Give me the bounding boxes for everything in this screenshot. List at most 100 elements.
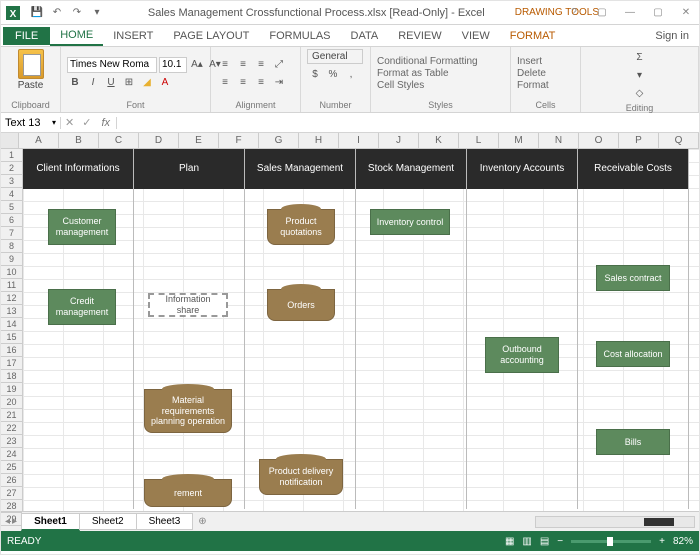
percent-icon[interactable]: % (325, 66, 341, 82)
clear-icon[interactable]: ◇ (632, 85, 648, 101)
col-header[interactable]: G (259, 133, 299, 148)
col-header[interactable]: L (459, 133, 499, 148)
node-sales-contract[interactable]: Sales contract (596, 265, 670, 291)
ribbon-options-icon[interactable]: ▢ (589, 3, 615, 23)
col-header[interactable]: M (499, 133, 539, 148)
align-left-icon[interactable]: ≡ (217, 75, 233, 91)
zoom-in-icon[interactable]: + (659, 536, 665, 547)
sheet-prev-icon[interactable]: ◂ (5, 516, 10, 527)
minimize-icon[interactable]: — (617, 3, 643, 23)
cell-styles-button[interactable]: Cell Styles (377, 80, 478, 91)
col-header[interactable]: Q (659, 133, 699, 148)
row-header[interactable]: 24 (1, 448, 22, 461)
select-all-button[interactable] (1, 133, 19, 148)
save-icon[interactable]: 💾 (29, 5, 45, 21)
col-header[interactable]: J (379, 133, 419, 148)
sheet-tab[interactable]: Sheet3 (136, 513, 194, 530)
row-header[interactable]: 10 (1, 266, 22, 279)
paste-icon[interactable] (18, 49, 44, 79)
tab-file[interactable]: FILE (3, 27, 50, 45)
enter-icon[interactable]: ✓ (78, 116, 95, 129)
row-header[interactable]: 13 (1, 305, 22, 318)
node-orders[interactable]: Orders (267, 289, 335, 321)
row-header[interactable]: 20 (1, 396, 22, 409)
col-header[interactable]: N (539, 133, 579, 148)
row-header[interactable]: 8 (1, 240, 22, 253)
row-header[interactable]: 14 (1, 318, 22, 331)
align-center-icon[interactable]: ≡ (235, 75, 251, 91)
row-header[interactable]: 23 (1, 435, 22, 448)
node-info-share[interactable]: Information share (148, 293, 228, 317)
grow-font-icon[interactable]: A▴ (189, 57, 205, 73)
row-header[interactable]: 3 (1, 175, 22, 188)
swimlane-header[interactable]: Sales Management (245, 149, 355, 189)
row-header[interactable]: 16 (1, 344, 22, 357)
node-product-delivery[interactable]: Product delivery notification (259, 459, 343, 495)
tab-review[interactable]: REVIEW (388, 27, 451, 45)
row-header[interactable]: 9 (1, 253, 22, 266)
sign-in-link[interactable]: Sign in (647, 30, 697, 42)
view-page-icon[interactable]: ▥ (522, 536, 531, 547)
col-header[interactable]: D (139, 133, 179, 148)
view-normal-icon[interactable]: ▦ (505, 536, 514, 547)
swimlane-header[interactable]: Stock Management (356, 149, 466, 189)
node-product-quotations[interactable]: Product quotations (267, 209, 335, 245)
col-header[interactable]: C (99, 133, 139, 148)
chevron-down-icon[interactable]: ▾ (52, 118, 56, 127)
row-header[interactable]: 7 (1, 227, 22, 240)
row-header[interactable]: 26 (1, 474, 22, 487)
tab-view[interactable]: VIEW (452, 27, 500, 45)
view-break-icon[interactable]: ▤ (540, 536, 549, 547)
cancel-icon[interactable]: ✕ (61, 116, 78, 129)
comma-icon[interactable]: , (343, 66, 359, 82)
col-header[interactable]: I (339, 133, 379, 148)
node-customer-mgmt[interactable]: Customer management (48, 209, 116, 245)
format-button[interactable]: Format (517, 80, 549, 91)
format-as-table-button[interactable]: Format as Table (377, 68, 478, 79)
node-bills[interactable]: Bills (596, 429, 670, 455)
underline-button[interactable]: U (103, 75, 119, 91)
paste-button[interactable]: Paste (18, 80, 44, 91)
node-outbound-accounting[interactable]: Outbound accounting (485, 337, 559, 373)
help-icon[interactable]: ? (561, 3, 587, 23)
row-header[interactable]: 22 (1, 422, 22, 435)
fill-icon[interactable]: ▾ (632, 67, 648, 83)
node-cost-allocation[interactable]: Cost allocation (596, 341, 670, 367)
col-header[interactable]: P (619, 133, 659, 148)
row-header[interactable]: 28 (1, 500, 22, 513)
sheet-tab[interactable]: Sheet1 (21, 513, 80, 531)
orientation-icon[interactable]: ⤢ (271, 57, 287, 73)
tab-data[interactable]: DATA (341, 27, 389, 45)
tab-home[interactable]: HOME (50, 26, 103, 46)
horizontal-scrollbar[interactable] (535, 516, 695, 528)
align-middle-icon[interactable]: ≡ (235, 57, 251, 73)
sheet-tab[interactable]: Sheet2 (79, 513, 137, 530)
bold-button[interactable]: B (67, 75, 83, 91)
col-header[interactable]: A (19, 133, 59, 148)
row-header[interactable]: 19 (1, 383, 22, 396)
col-header[interactable]: F (219, 133, 259, 148)
col-header[interactable]: H (299, 133, 339, 148)
autosum-icon[interactable]: Σ (632, 49, 648, 65)
row-header[interactable]: 15 (1, 331, 22, 344)
swimlane-header[interactable]: Receivable Costs (578, 149, 688, 189)
swimlane-header[interactable]: Inventory Accounts (467, 149, 577, 189)
node-inventory-control[interactable]: Inventory control (370, 209, 450, 235)
row-header[interactable]: 2 (1, 162, 22, 175)
indent-icon[interactable]: ⇥ (271, 75, 287, 91)
row-header[interactable]: 1 (1, 149, 22, 162)
row-header[interactable]: 25 (1, 461, 22, 474)
col-header[interactable]: E (179, 133, 219, 148)
tab-insert[interactable]: INSERT (103, 27, 163, 45)
node-mrp[interactable]: Material requirements planning operation (144, 389, 232, 433)
col-header[interactable]: B (59, 133, 99, 148)
zoom-out-icon[interactable]: − (557, 536, 563, 547)
row-header[interactable]: 11 (1, 279, 22, 292)
font-color-button[interactable]: A (157, 75, 173, 91)
maximize-icon[interactable]: ▢ (645, 3, 671, 23)
close-icon[interactable]: ✕ (673, 3, 699, 23)
fill-color-button[interactable]: ◢ (139, 75, 155, 91)
sheet-canvas[interactable]: Client Informations Customer management … (23, 149, 699, 511)
zoom-slider[interactable] (571, 540, 651, 543)
row-header[interactable]: 17 (1, 357, 22, 370)
